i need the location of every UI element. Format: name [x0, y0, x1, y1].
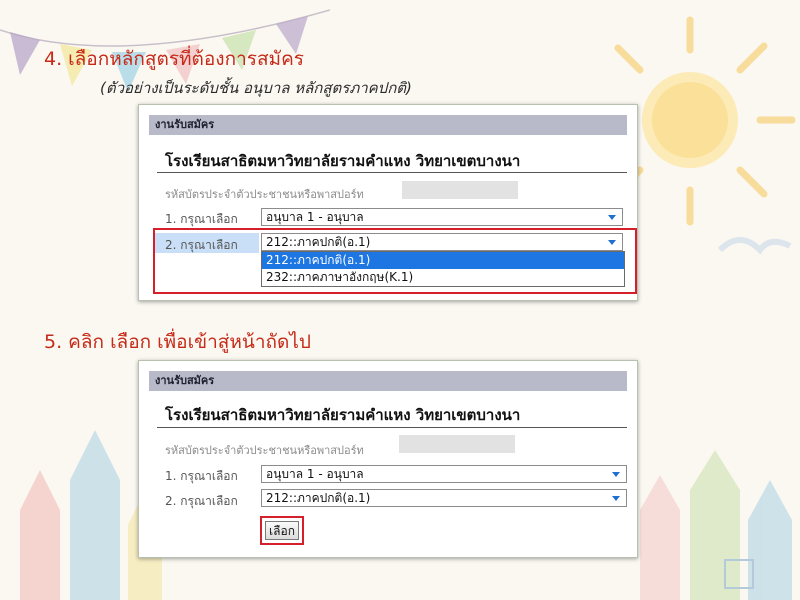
- level-select[interactable]: อนุบาล 1 - อนุบาล: [261, 208, 623, 226]
- id-card-label: รหัสบัตรประจำตัวประชาชนหรือพาสปอร์ท: [165, 188, 364, 201]
- step4-subtitle: (ตัวอย่างเป็นระดับชั้น อนุบาล หลักสูตรภา…: [100, 79, 412, 97]
- level-select[interactable]: อนุบาล 1 - อนุบาล: [261, 465, 627, 483]
- choice1-label: 1. กรุณาเลือก: [165, 212, 238, 226]
- program-option[interactable]: 232::ภาคภาษาอังกฤษ(K.1): [262, 269, 624, 286]
- level-select-value: อนุบาล 1 - อนุบาล: [266, 467, 364, 481]
- id-card-value-blurred: [399, 435, 515, 453]
- application-panel-step5: งานรับสมัคร โรงเรียนสาธิตมหาวิทยาลัยรามค…: [138, 360, 638, 558]
- chevron-down-icon: [608, 215, 616, 220]
- step5-title: 5. คลิก เลือก เพื่อเข้าสู่หน้าถัดไป: [44, 331, 311, 353]
- chevron-down-icon: [608, 240, 616, 245]
- program-select-value: 212::ภาคปกติ(อ.1): [266, 235, 371, 249]
- panel-header: งานรับสมัคร: [149, 115, 627, 135]
- school-name: โรงเรียนสาธิตมหาวิทยาลัยรามคำแหง วิทยาเข…: [165, 152, 521, 170]
- chevron-down-icon: [612, 472, 620, 477]
- program-dropdown-list: 212::ภาคปกติ(อ.1) 232::ภาคภาษาอังกฤษ(K.1…: [261, 251, 625, 287]
- chevron-down-icon: [612, 496, 620, 501]
- program-select[interactable]: 212::ภาคปกติ(อ.1): [261, 233, 623, 251]
- divider: [157, 427, 627, 428]
- divider: [157, 172, 627, 173]
- application-panel-step4: งานรับสมัคร โรงเรียนสาธิตมหาวิทยาลัยรามค…: [138, 104, 638, 301]
- id-card-value-blurred: [402, 181, 518, 199]
- step4-title: 4. เลือกหลักสูตรที่ต้องการสมัคร: [44, 48, 304, 70]
- program-select-value: 212::ภาคปกติ(อ.1): [266, 491, 371, 505]
- select-button[interactable]: เลือก: [265, 521, 299, 540]
- choice2-label: 2. กรุณาเลือก: [165, 494, 238, 508]
- choice1-label: 1. กรุณาเลือก: [165, 469, 238, 483]
- panel-header: งานรับสมัคร: [149, 371, 627, 391]
- school-name: โรงเรียนสาธิตมหาวิทยาลัยรามคำแหง วิทยาเข…: [165, 406, 521, 424]
- program-option[interactable]: 212::ภาคปกติ(อ.1): [262, 252, 624, 269]
- choice2-label: 2. กรุณาเลือก: [165, 238, 238, 252]
- level-select-value: อนุบาล 1 - อนุบาล: [266, 210, 364, 224]
- id-card-label: รหัสบัตรประจำตัวประชาชนหรือพาสปอร์ท: [165, 444, 364, 457]
- program-select[interactable]: 212::ภาคปกติ(อ.1): [261, 489, 627, 507]
- select-button-highlight: เลือก: [260, 516, 304, 545]
